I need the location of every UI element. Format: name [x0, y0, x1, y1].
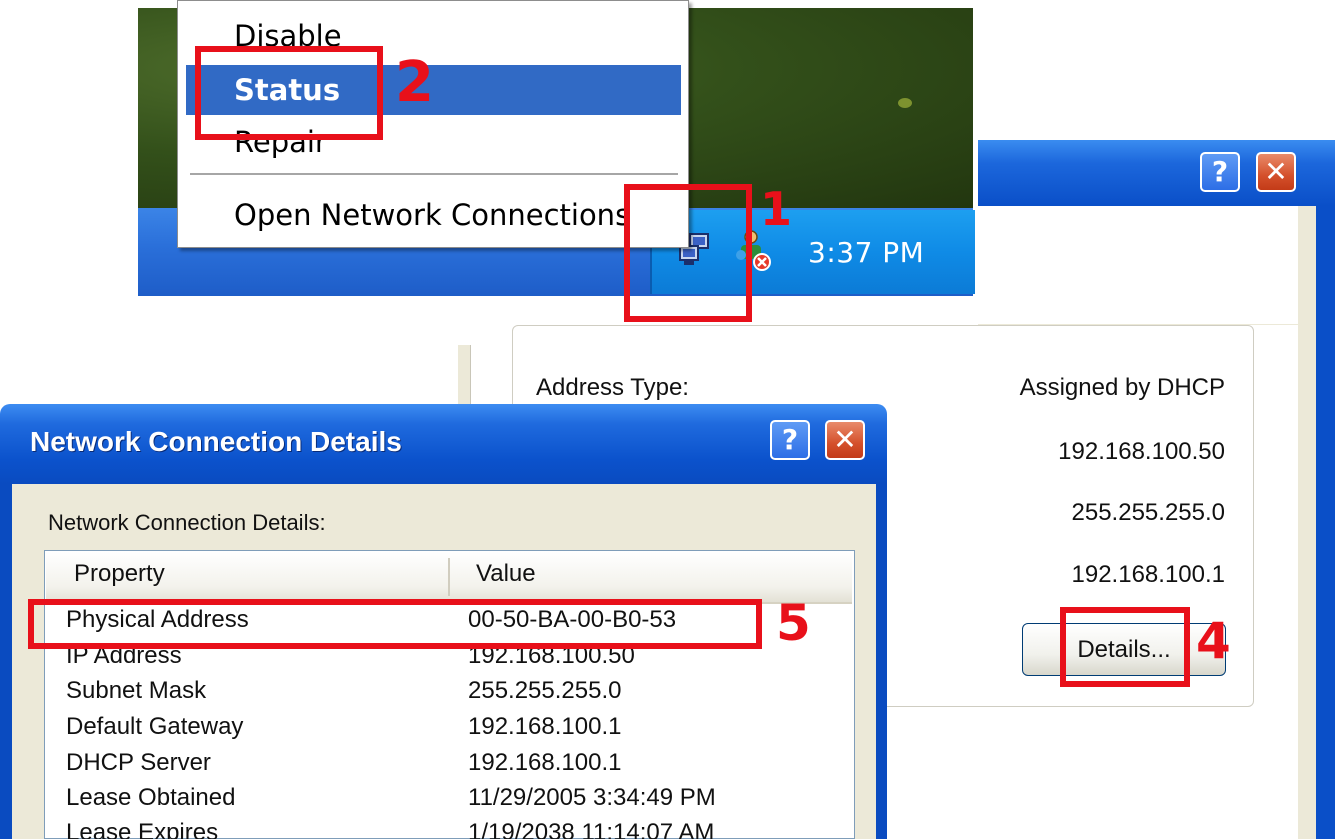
- table-row[interactable]: Default Gateway 192.168.100.1: [46, 713, 836, 749]
- status-dialog-panel: [978, 206, 1298, 324]
- annotation-number-2: 2: [395, 50, 434, 115]
- details-help-button[interactable]: ?: [770, 420, 810, 460]
- annotation-box-1: [624, 184, 752, 322]
- annotation-number-5: 5: [776, 594, 811, 652]
- taskbar-clock[interactable]: 3:37 PM: [808, 236, 924, 269]
- details-dialog-frame-right: [876, 484, 887, 839]
- default-gateway-value: 192.168.100.1: [1071, 561, 1225, 588]
- details-dialog-title: Network Connection Details: [30, 426, 402, 457]
- status-dialog-frame: [1298, 206, 1318, 839]
- annotation-number-1: 1: [760, 182, 793, 236]
- details-dialog-frame-left: [0, 484, 12, 839]
- details-close-button[interactable]: ✕: [825, 420, 865, 460]
- address-type-label: Address Type:: [536, 374, 689, 401]
- row-value: 11/29/2005 3:34:49 PM: [468, 784, 716, 811]
- row-property: Default Gateway: [66, 713, 244, 740]
- row-value: 255.255.255.0: [468, 677, 622, 704]
- status-dialog-border: [1316, 206, 1335, 839]
- row-value: 192.168.100.1: [468, 749, 622, 776]
- column-separator[interactable]: [448, 558, 450, 596]
- annotation-box-4: [1060, 607, 1190, 687]
- row-property: Lease Obtained: [66, 784, 236, 811]
- column-header-property[interactable]: Property: [74, 560, 165, 588]
- annotation-box-5: [28, 599, 762, 649]
- subnet-mask-value: 255.255.255.0: [1071, 499, 1225, 526]
- address-type-value: Assigned by DHCP: [1019, 374, 1225, 401]
- status-close-button[interactable]: ✕: [1256, 152, 1296, 192]
- menu-separator: [190, 173, 678, 175]
- row-property: DHCP Server: [66, 749, 211, 776]
- menu-item-open-network-connections[interactable]: Open Network Connections: [186, 190, 681, 240]
- row-value: 192.168.100.1: [468, 713, 622, 740]
- details-caption: Network Connection Details:: [48, 510, 326, 535]
- status-help-button[interactable]: ?: [1200, 152, 1240, 192]
- table-row[interactable]: Subnet Mask 255.255.255.0: [46, 677, 836, 713]
- row-property: Subnet Mask: [66, 677, 207, 704]
- annotation-number-4: 4: [1196, 612, 1231, 670]
- row-value: 1/19/2038 11:14:07 AM: [468, 819, 715, 839]
- annotation-box-2: [195, 46, 383, 140]
- ip-address-value: 192.168.100.50: [1058, 438, 1225, 465]
- table-row[interactable]: Lease Obtained 11/29/2005 3:34:49 PM: [46, 784, 836, 820]
- column-header-value[interactable]: Value: [476, 560, 536, 588]
- details-dialog-titlebar: Network Connection Details: [0, 404, 887, 484]
- table-row[interactable]: Lease Expires 1/19/2038 11:14:07 AM: [46, 819, 836, 839]
- table-row[interactable]: DHCP Server 192.168.100.1: [46, 749, 836, 785]
- row-property: Lease Expires: [66, 819, 219, 839]
